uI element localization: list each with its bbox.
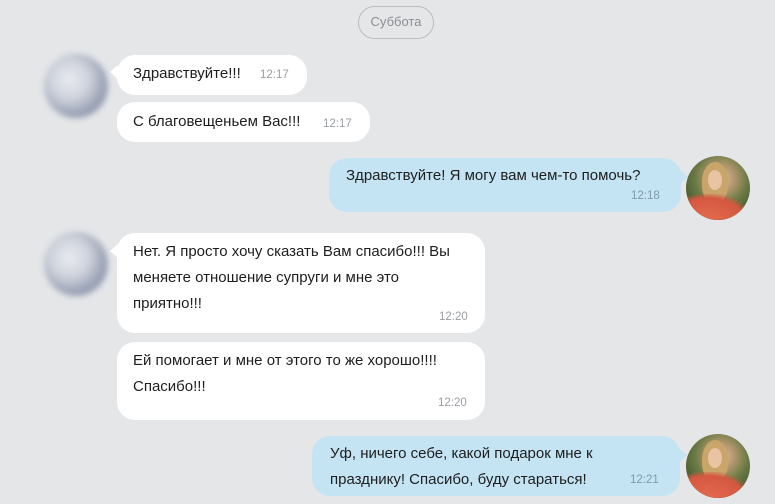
message-bubble-outgoing[interactable]: Здравствуйте! Я могу вам чем-то помочь? … — [329, 158, 681, 212]
message-bubble-outgoing[interactable]: Уф, ничего себе, какой подарок мне к пра… — [312, 436, 680, 496]
message-time: 12:20 — [438, 397, 467, 409]
day-divider: Суббота — [358, 6, 434, 39]
chat-view: Суббота Здравствуйте!!! 12:17 С благовещ… — [0, 0, 775, 504]
bubble-tail — [110, 65, 118, 79]
bubble-tail — [679, 448, 687, 462]
message-bubble-incoming[interactable]: С благовещеньем Вас!!! 12:17 — [117, 102, 370, 142]
message-text: Ей помогает и мне от этого то же хорошо!… — [133, 352, 437, 395]
message-time: 12:20 — [439, 311, 468, 323]
message-bubble-incoming[interactable]: Ей помогает и мне от этого то же хорошо!… — [117, 342, 485, 420]
message-time: 12:17 — [323, 118, 352, 130]
message-text: Уф, ничего себе, какой подарок мне к пра… — [330, 445, 593, 488]
message-text: Здравствуйте! Я могу вам чем-то помочь? — [346, 167, 641, 184]
user-avatar[interactable] — [686, 434, 750, 498]
message-time: 12:18 — [631, 190, 660, 202]
contact-avatar[interactable] — [44, 54, 108, 118]
message-text: Нет. Я просто хочу сказать Вам спасибо!!… — [133, 243, 450, 312]
message-bubble-incoming[interactable]: Здравствуйте!!! 12:17 — [117, 55, 307, 95]
bubble-tail — [680, 170, 688, 184]
user-avatar[interactable] — [686, 156, 750, 220]
message-time: 12:17 — [260, 69, 289, 81]
bubble-tail — [110, 244, 118, 258]
message-bubble-incoming[interactable]: Нет. Я просто хочу сказать Вам спасибо!!… — [117, 233, 485, 333]
contact-avatar[interactable] — [44, 232, 108, 296]
message-time: 12:21 — [630, 474, 659, 486]
